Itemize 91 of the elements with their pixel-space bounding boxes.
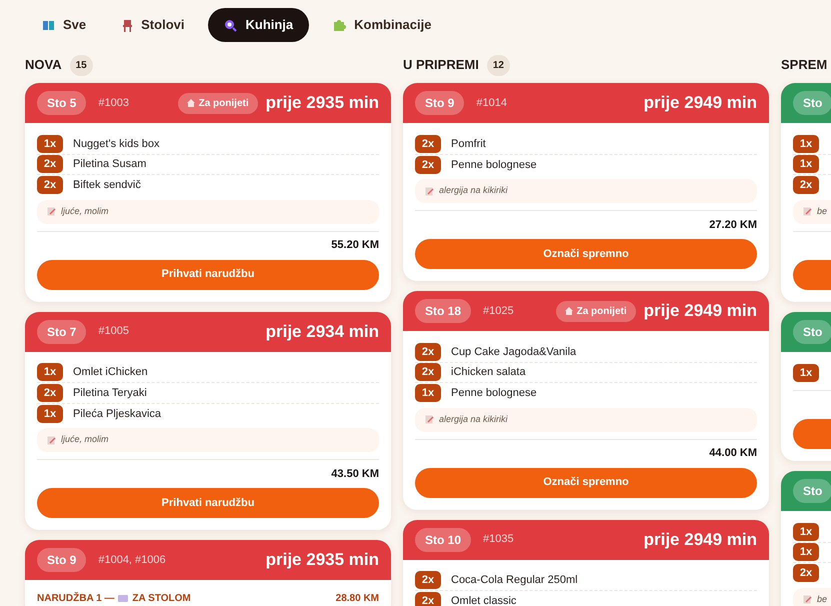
order-total: 27.20 KM xyxy=(709,218,757,233)
tab[interactable]: Stolovi xyxy=(110,8,196,42)
table-pill: Sto xyxy=(793,320,831,344)
column-title: SPREM xyxy=(781,56,828,74)
note-text: ljuće, molim xyxy=(61,433,109,446)
quantity-badge: 2x xyxy=(415,363,441,382)
note-text: ljuće, molim xyxy=(61,204,109,218)
elapsed-time: prije 2949 min xyxy=(644,528,757,551)
note-text: alergija na kikiriki xyxy=(439,412,508,426)
puzzle-icon xyxy=(333,18,346,32)
quantity-badge: 2x xyxy=(415,592,441,606)
takeaway-label: Za ponijeti xyxy=(576,304,627,318)
note-icon xyxy=(803,595,812,604)
order-number: #1014 xyxy=(476,96,507,111)
quantity-badge: 1x xyxy=(793,134,819,153)
column-title: U PRIPREMI xyxy=(403,56,479,74)
item-name: iChicken salata xyxy=(451,365,526,380)
note-text: be xyxy=(817,204,828,218)
quantity-badge: 2x xyxy=(37,176,63,194)
column-title: NOVA xyxy=(25,56,62,74)
quantity-badge: 2x xyxy=(37,155,63,174)
item-name: Biftek sendvič xyxy=(73,178,141,193)
item-name: Penne bolognese xyxy=(451,386,537,401)
item-name: Pileća Pljeskavica xyxy=(73,406,162,422)
quantity-badge: 2x xyxy=(37,384,63,402)
quantity-badge: 2x xyxy=(415,342,441,361)
order-number: #1025 xyxy=(483,304,514,319)
order-number: #1004, #1006 xyxy=(98,552,166,568)
note-icon xyxy=(803,207,812,216)
quantity-badge: 1x xyxy=(793,543,819,562)
count-badge: 12 xyxy=(486,54,510,76)
quantity-badge: 2x xyxy=(793,564,819,582)
quantity-badge: 1x xyxy=(793,364,819,382)
elapsed-time: prije 2935 min xyxy=(266,549,379,572)
order-number: #1003 xyxy=(98,96,129,111)
table-pill: Sto xyxy=(793,91,831,115)
count-badge: 15 xyxy=(70,54,93,76)
quantity-badge: 1x xyxy=(37,363,63,382)
tab[interactable]: Sve xyxy=(30,8,98,42)
order-type: ZA STOLOM xyxy=(132,592,192,606)
elapsed-time: prije 2949 min xyxy=(644,300,757,322)
order-total: 44.00 KM xyxy=(709,446,757,462)
book-icon xyxy=(42,19,55,31)
order-number: #1035 xyxy=(483,532,514,548)
table-pill: Sto 9 xyxy=(37,548,86,572)
order-label: NARUDŽBA 1 — xyxy=(37,591,114,606)
note-icon xyxy=(425,415,434,424)
note-icon xyxy=(47,436,56,444)
house-icon xyxy=(564,307,573,315)
order-total: 43.50 KM xyxy=(331,466,379,482)
takeaway-label: Za ponijeti xyxy=(198,96,249,110)
order-total: 28.80 KM xyxy=(336,592,379,606)
quantity-badge: 2x xyxy=(415,134,441,153)
table-pill: Sto 7 xyxy=(37,320,86,344)
plate-icon xyxy=(118,594,128,603)
table-pill: Sto 18 xyxy=(415,299,472,323)
quantity-badge: 2x xyxy=(415,156,441,174)
quantity-badge: 2x xyxy=(415,571,441,590)
elapsed-time: prije 2935 min xyxy=(266,92,379,114)
table-pill: Sto 5 xyxy=(37,91,86,115)
house-icon xyxy=(186,99,195,107)
quantity-badge: 1x xyxy=(37,134,63,153)
item-name: Piletina Susam xyxy=(73,157,146,172)
note-icon xyxy=(47,207,56,216)
note-icon xyxy=(425,186,434,196)
quantity-badge: 1x xyxy=(37,404,63,423)
item-name: Coca-Cola Regular 250ml xyxy=(451,573,578,588)
order-number: #1005 xyxy=(98,324,129,340)
quantity-badge: 1x xyxy=(793,155,819,174)
magnifier-icon xyxy=(224,18,238,32)
table-pill: Sto 10 xyxy=(415,528,472,552)
item-name: Nugget's kids box xyxy=(73,136,160,152)
order-total: 55.20 KM xyxy=(331,238,379,254)
item-name: Piletina Teryaki xyxy=(73,386,147,400)
elapsed-time: prije 2934 min xyxy=(266,320,379,343)
tab[interactable]: Kombinacije xyxy=(321,8,444,42)
note-text: be xyxy=(817,592,828,606)
item-name: Penne bolognese xyxy=(451,158,537,172)
chair-icon xyxy=(122,18,134,32)
item-name: Omlet iChicken xyxy=(73,365,148,380)
table-pill: Sto 9 xyxy=(415,91,464,115)
quantity-badge: 2x xyxy=(793,176,819,194)
note-text: alergija na kikiriki xyxy=(439,184,508,198)
item-name: Omlet classic xyxy=(451,594,516,606)
quantity-badge: 1x xyxy=(415,384,441,402)
quantity-badge: 1x xyxy=(793,522,819,541)
table-pill: Sto xyxy=(793,479,831,503)
item-name: Pomfrit xyxy=(451,136,486,152)
elapsed-time: prije 2949 min xyxy=(644,92,757,114)
tab[interactable]: Kuhinja xyxy=(208,8,310,42)
item-name: Cup Cake Jagoda&Vanila xyxy=(451,344,576,360)
